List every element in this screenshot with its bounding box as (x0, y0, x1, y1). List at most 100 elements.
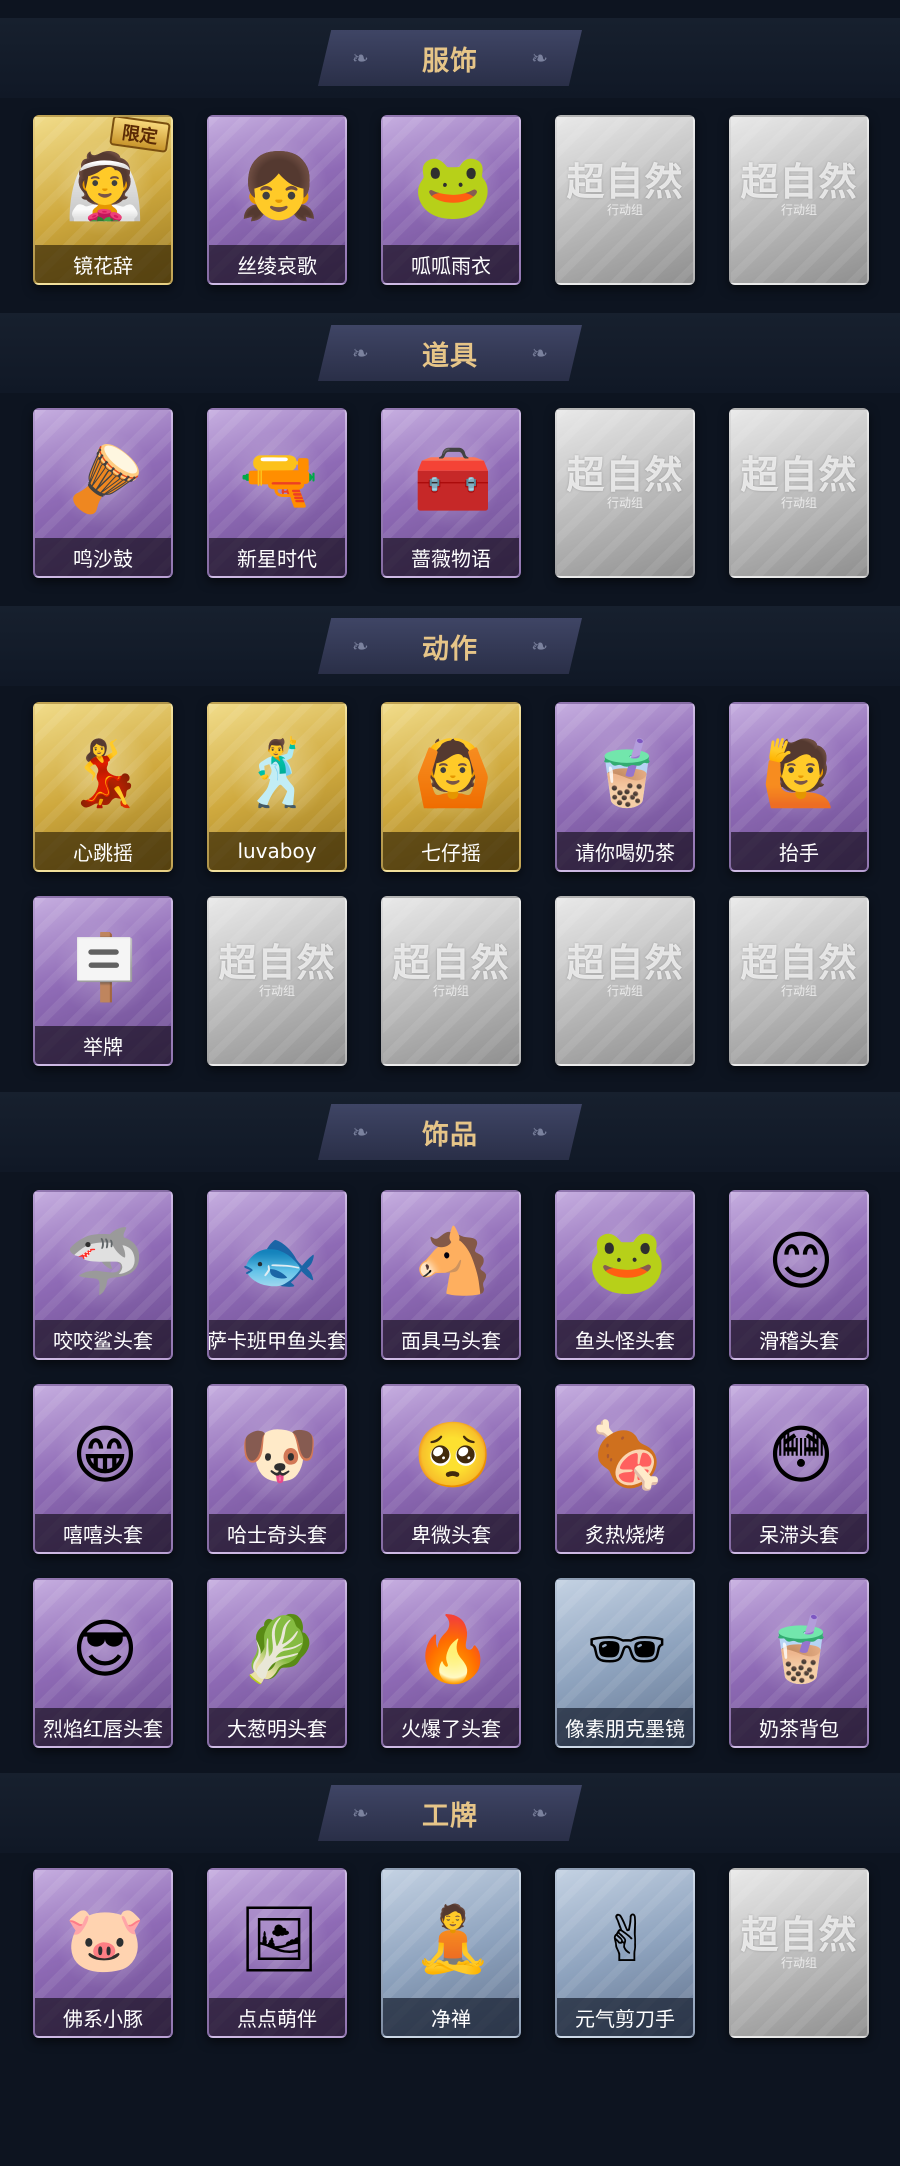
section-title: ❧ 动作 ❧ (318, 618, 582, 674)
reward-item-label: 烈焰红唇头套 (35, 1708, 171, 1746)
reward-card[interactable]: 🔫 新星时代 (207, 408, 347, 578)
locked-reward-card[interactable]: 超自然 行动组 (555, 896, 695, 1066)
reward-card[interactable]: 👰 镜花辞 限定 (33, 115, 173, 285)
reward-item-icon: 🧰 (403, 430, 503, 530)
watermark-text: 超自然 (740, 160, 858, 204)
ornament-left-icon: ❧ (352, 46, 369, 70)
reward-item-icon: 🥬 (229, 1600, 329, 1700)
reward-item-icon: 🪘 (55, 430, 155, 530)
ornament-left-icon: ❧ (352, 341, 369, 365)
reward-card[interactable]: 🥬 大葱明头套 (207, 1578, 347, 1748)
reward-item-label: 心跳摇 (35, 832, 171, 870)
watermark-subtext: 行动组 (606, 496, 643, 510)
reward-item-icon: 🕶 (586, 1613, 668, 1687)
ornament-left-icon: ❧ (352, 634, 369, 658)
locked-reward-card[interactable]: 超自然 行动组 (207, 896, 347, 1066)
reward-card[interactable]: 😊 滑稽头套 (729, 1190, 869, 1360)
reward-item-label: 鸣沙鼓 (35, 538, 171, 576)
reward-item-icon: 👧 (229, 137, 329, 237)
reward-item-icon: 💃 (55, 724, 155, 824)
reward-card[interactable]: 😳 呆滞头套 (729, 1384, 869, 1554)
reward-item-label: 净禅 (383, 1998, 519, 2036)
reward-card[interactable]: 🥺 卑微头套 (381, 1384, 521, 1554)
reward-item-icon: 🐴 (403, 1212, 503, 1312)
reward-card[interactable]: 💃 心跳摇 (33, 702, 173, 872)
watermark-text: 超自然 (566, 941, 684, 985)
reward-item-icon: 🔫 (229, 430, 329, 530)
locked-reward-card[interactable]: 超自然 行动组 (729, 1868, 869, 2038)
reward-card[interactable]: 🔥 火爆了头套 (381, 1578, 521, 1748)
locked-reward-card[interactable]: 超自然 行动组 (729, 408, 869, 578)
reward-card[interactable]: 🙆 七仔摇 (381, 702, 521, 872)
reward-item-label: 佛系小豚 (35, 1998, 171, 2036)
reward-item-label: 镜花辞 (35, 245, 171, 283)
reward-card[interactable]: 🐶 哈士奇头套 (207, 1384, 347, 1554)
reward-card[interactable]: 🐸 鱼头怪头套 (555, 1190, 695, 1360)
reward-card[interactable]: 🐟 萨卡班甲鱼头套 (207, 1190, 347, 1360)
reward-item-icon: 🧋 (751, 1600, 851, 1700)
watermark-text: 超自然 (740, 941, 858, 985)
reward-card[interactable]: 🕺 luvaboy (207, 702, 347, 872)
watermark-subtext: 行动组 (780, 984, 817, 998)
reward-item-label: 呱呱雨衣 (383, 245, 519, 283)
reward-item-label: 元气剪刀手 (557, 1998, 693, 2036)
watermark-subtext: 行动组 (780, 1956, 817, 1970)
reward-card[interactable]: 😎 烈焰红唇头套 (33, 1578, 173, 1748)
locked-reward-card[interactable]: 超自然 行动组 (555, 408, 695, 578)
reward-card[interactable]: 🪘 鸣沙鼓 (33, 408, 173, 578)
reward-item-icon: 🐸 (403, 137, 503, 237)
section-title: ❧ 工牌 ❧ (318, 1785, 582, 1841)
watermark-subtext: 行动组 (258, 984, 295, 998)
locked-reward-card[interactable]: 超自然 行动组 (555, 115, 695, 285)
reward-item-icon: ✌ (600, 1903, 654, 1977)
reward-card[interactable]: 🐸 呱呱雨衣 (381, 115, 521, 285)
reward-card[interactable]: 🐴 面具马头套 (381, 1190, 521, 1360)
reward-card[interactable]: ✌ 元气剪刀手 (555, 1868, 695, 2038)
reward-card[interactable]: 🧋 请你喝奶茶 (555, 702, 695, 872)
reward-card[interactable]: 👧 丝绫哀歌 (207, 115, 347, 285)
reward-card[interactable]: 🙋 抬手 (729, 702, 869, 872)
watermark-subtext: 行动组 (606, 203, 643, 217)
reward-item-label: 像素朋克墨镜 (557, 1708, 693, 1746)
reward-card[interactable]: 🦈 咬咬鲨头套 (33, 1190, 173, 1360)
reward-item-icon: 🐟 (229, 1212, 329, 1312)
reward-card[interactable]: 🧋 奶茶背包 (729, 1578, 869, 1748)
locked-reward-card[interactable]: 超自然 行动组 (729, 896, 869, 1066)
reward-item-label: 点点萌伴 (209, 1998, 345, 2036)
reward-item-icon: 🍖 (577, 1406, 677, 1506)
reward-item-icon: 🪧 (55, 918, 155, 1018)
watermark-text: 超自然 (392, 941, 510, 985)
reward-card[interactable]: 🪧 举牌 (33, 896, 173, 1066)
reward-item-label: 丝绫哀歌 (209, 245, 345, 283)
reward-item-icon: 🔥 (403, 1600, 503, 1700)
reward-item-icon: 🐷 (55, 1890, 155, 1990)
reward-item-icon: 👰 (55, 137, 155, 237)
reward-card[interactable]: 🕶 像素朋克墨镜 (555, 1578, 695, 1748)
locked-reward-card[interactable]: 超自然 行动组 (729, 115, 869, 285)
reward-item-icon: 🕺 (229, 724, 329, 824)
reward-card[interactable]: 😁 嘻嘻头套 (33, 1384, 173, 1554)
section-title-text: 工牌 (422, 1800, 478, 1832)
watermark-text: 超自然 (566, 160, 684, 204)
reward-card[interactable]: 🖼 点点萌伴 (207, 1868, 347, 2038)
reward-item-label: 新星时代 (209, 538, 345, 576)
ornament-right-icon: ❧ (531, 634, 548, 658)
watermark-text: 超自然 (566, 453, 684, 497)
locked-reward-card[interactable]: 超自然 行动组 (381, 896, 521, 1066)
reward-card[interactable]: 🍖 炙热烧烤 (555, 1384, 695, 1554)
watermark-subtext: 行动组 (606, 984, 643, 998)
reward-card[interactable]: 🧘 净禅 (381, 1868, 521, 2038)
reward-item-label: 滑稽头套 (731, 1320, 867, 1358)
watermark-text: 超自然 (740, 1913, 858, 1957)
ornament-left-icon: ❧ (352, 1801, 369, 1825)
reward-card[interactable]: 🐷 佛系小豚 (33, 1868, 173, 2038)
reward-item-icon: 🐸 (577, 1212, 677, 1312)
reward-item-icon: 🙋 (751, 724, 851, 824)
ornament-right-icon: ❧ (531, 1801, 548, 1825)
section-title: ❧ 服饰 ❧ (318, 30, 582, 86)
reward-item-label: 咬咬鲨头套 (35, 1320, 171, 1358)
watermark-text: 超自然 (740, 453, 858, 497)
reward-card[interactable]: 🧰 蔷薇物语 (381, 408, 521, 578)
section-title: ❧ 道具 ❧ (318, 325, 582, 381)
reward-item-label: 请你喝奶茶 (557, 832, 693, 870)
